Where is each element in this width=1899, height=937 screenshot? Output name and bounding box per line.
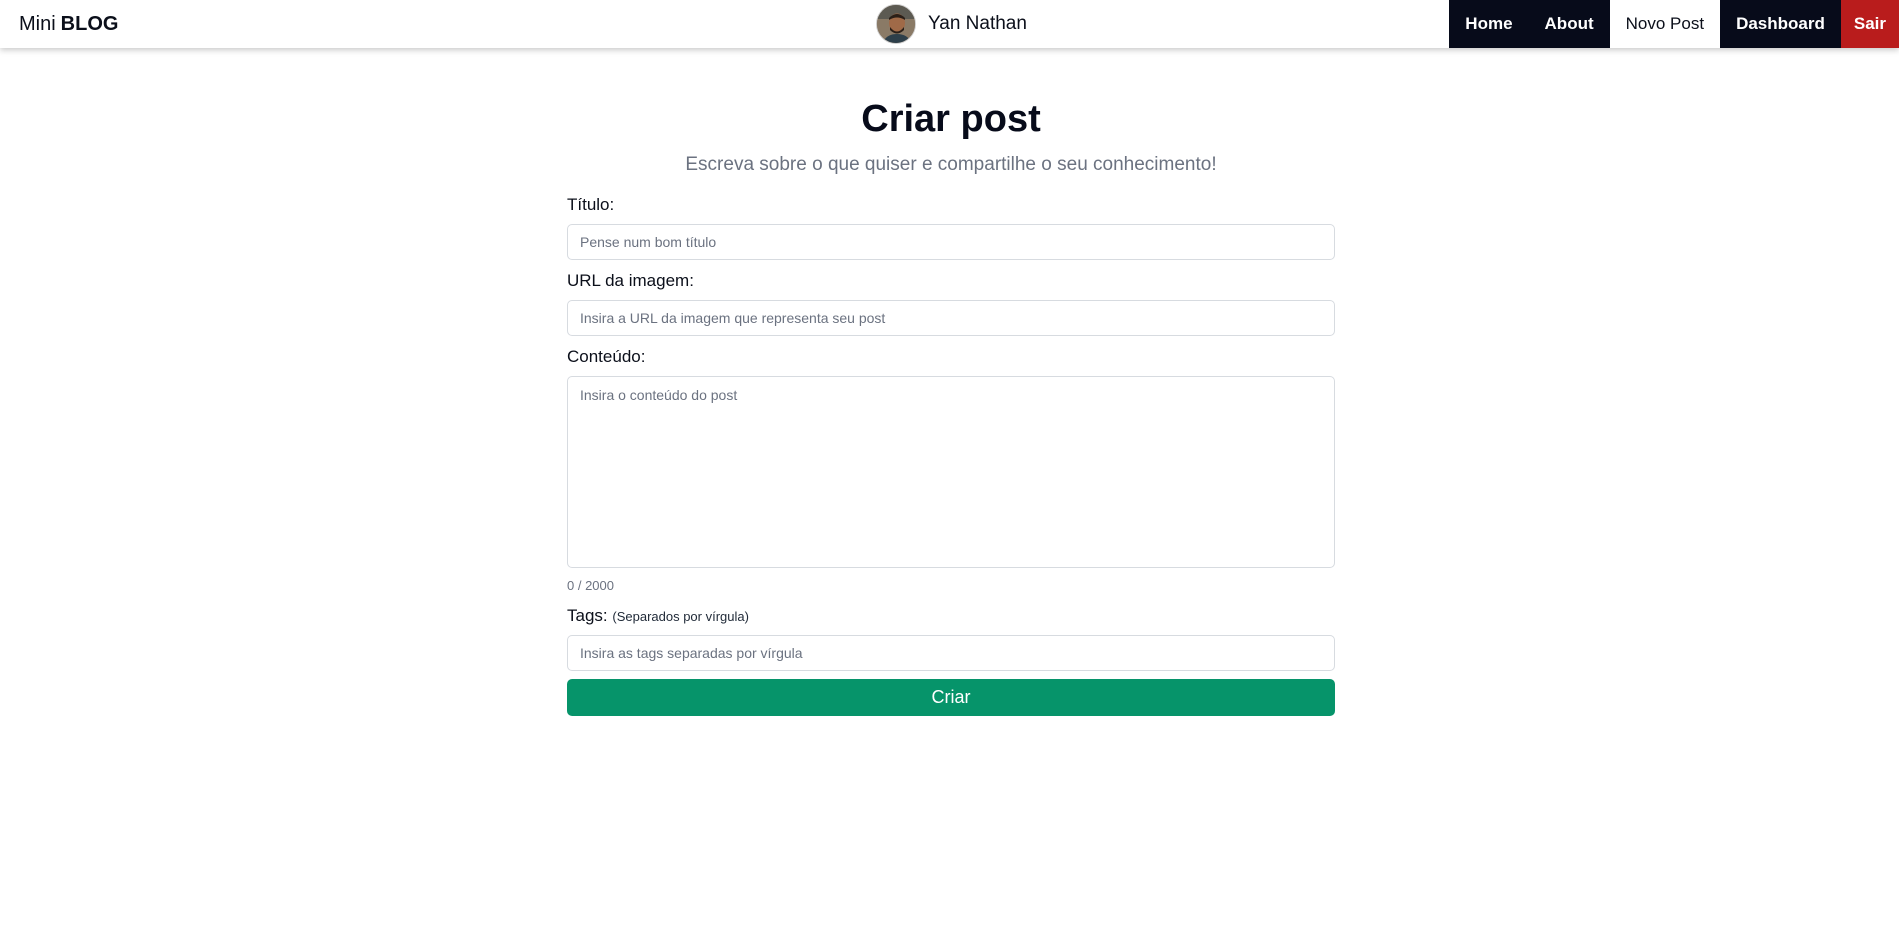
character-counter: 0 / 2000 [567, 578, 614, 593]
nav-about[interactable]: About [1528, 0, 1610, 48]
title-label: Título: [567, 195, 615, 214]
brand-logo[interactable]: Mini BLOG [19, 0, 118, 48]
user-name: Yan Nathan [928, 13, 1027, 34]
create-button[interactable]: Criar [567, 679, 1335, 716]
image-url-label: URL da imagem: [567, 271, 694, 290]
logout-button[interactable]: Sair [1840, 0, 1899, 48]
nav-dashboard[interactable]: Dashboard [1720, 0, 1841, 48]
tags-label: Tags: (Separados por vírgula) [567, 606, 749, 626]
brand-prefix: Mini [19, 12, 56, 35]
nav-novo-post[interactable]: Novo Post [1609, 0, 1721, 48]
main-menu: Home About Novo Post Dashboard Sair [1449, 0, 1899, 48]
tags-input[interactable] [567, 635, 1335, 671]
brand-strong: BLOG [60, 12, 119, 35]
page-subtitle: Escreva sobre o que quiser e compartilhe… [685, 154, 1217, 175]
navbar: Mini BLOG Yan Nathan Home About Novo Pos… [0, 0, 1899, 48]
avatar [876, 4, 916, 44]
title-input[interactable] [567, 224, 1335, 260]
user-info: Yan Nathan [876, 4, 1027, 44]
tags-hint: (Separados por vírgula) [612, 609, 749, 624]
image-url-input[interactable] [567, 300, 1335, 336]
content-textarea[interactable] [567, 376, 1335, 568]
content-label: Conteúdo: [567, 347, 646, 366]
page-title: Criar post [861, 98, 1041, 140]
nav-home[interactable]: Home [1449, 0, 1529, 48]
user-avatar-icon [877, 5, 915, 43]
tags-label-text: Tags: [567, 606, 608, 625]
